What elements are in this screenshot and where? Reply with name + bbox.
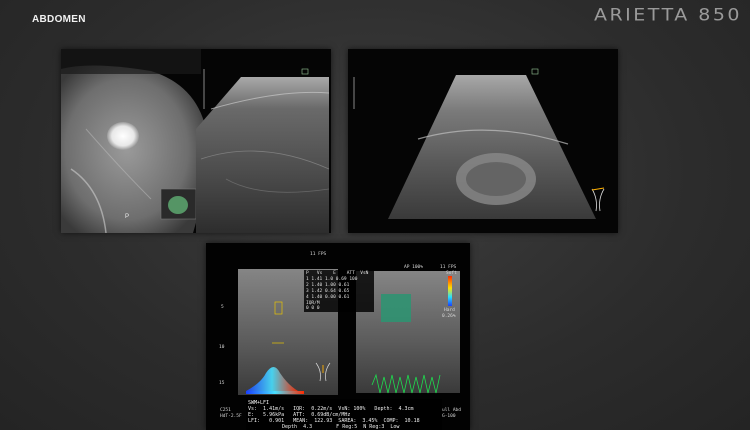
probe-model-label: C251 bbox=[220, 408, 231, 413]
fps-left: 11 FPS bbox=[310, 252, 327, 257]
section-label: ABDOMEN bbox=[32, 14, 86, 25]
depth-mark-5: 5 bbox=[221, 305, 224, 310]
ct-fusion-image-panel: P bbox=[61, 49, 331, 233]
meas-col-p: P bbox=[306, 271, 309, 276]
measurement-zero-row: 0 0 0 bbox=[306, 306, 320, 311]
fps-right: 11 FPS bbox=[440, 265, 457, 270]
scale-hard: Hard bbox=[444, 308, 455, 313]
ultrasound-image-panel-right bbox=[348, 49, 618, 233]
meas-col-vs: Vs bbox=[316, 271, 323, 276]
measurement-row: 4 1.40 0.00 0.61 bbox=[306, 295, 350, 300]
scale-percent: 0.26% bbox=[442, 314, 456, 319]
brand-logo: ARIETTA 850 bbox=[593, 5, 742, 25]
stats-bottom-line: Depth 4.3 F Reg:5 N Reg:3 Low bbox=[282, 424, 400, 430]
measurement-row: 2 1.40 1.00 0.61 bbox=[306, 283, 350, 288]
meas-col-att: ATT bbox=[346, 271, 355, 276]
measurement-table-header: P Vs E ATT VsN bbox=[306, 271, 368, 276]
gain-label: G-100 bbox=[442, 414, 456, 419]
depth-mark-15: 15 bbox=[219, 381, 225, 386]
depth-mark-10: 10 bbox=[219, 345, 225, 350]
meas-col-e: E bbox=[333, 271, 336, 276]
preset-label: ull Abd bbox=[442, 408, 461, 413]
scale-soft: Soft bbox=[446, 271, 457, 276]
harmonic-label: HdT-2.5F bbox=[220, 414, 242, 419]
measurement-row: 1 1.41 1.0 0.69 100 bbox=[306, 277, 358, 282]
ap-label: AP 100% bbox=[404, 265, 423, 270]
meas-col-vsn: VsN bbox=[360, 271, 369, 276]
ct-side-label: P bbox=[125, 214, 129, 220]
measurement-row: 3 1.42 0.64 0.65 bbox=[306, 289, 350, 294]
